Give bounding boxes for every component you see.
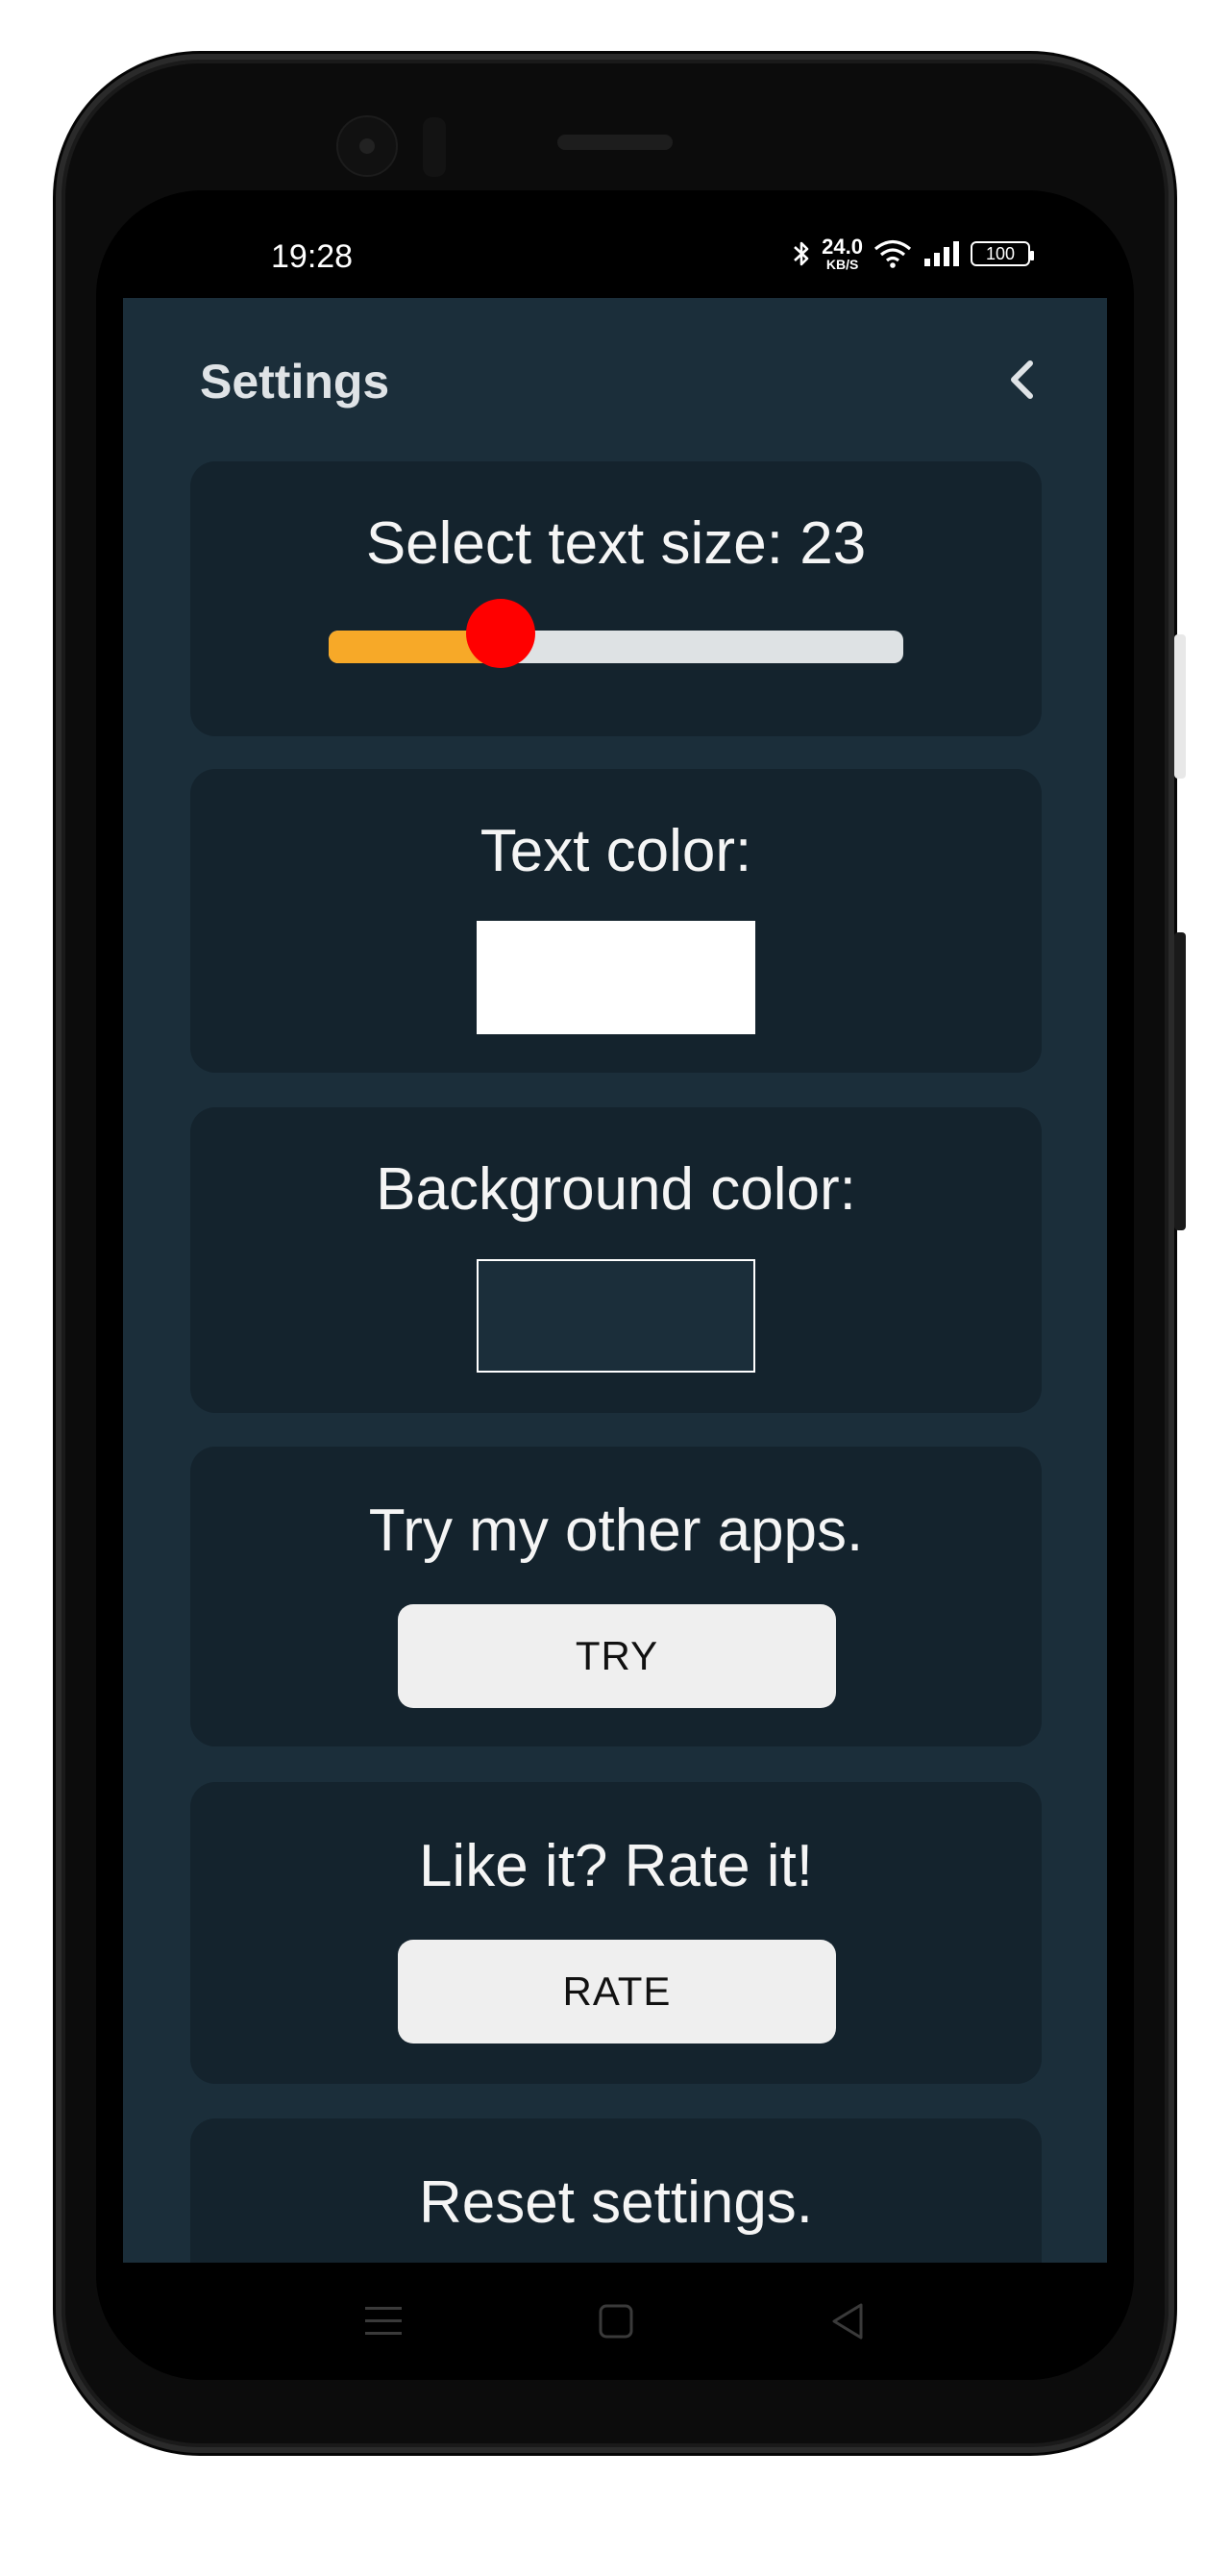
text-color-card: Text color: <box>190 769 1042 1073</box>
battery-icon: 100 <box>971 241 1034 266</box>
network-speed-unit: KB/S <box>825 257 859 272</box>
phone-side-button-top <box>1174 634 1186 779</box>
text-size-label: Select text size: 23 <box>365 510 867 577</box>
status-bar: 19:28 24.0 KB/S 100 <box>96 190 1134 298</box>
other-apps-card: Try my other apps. TRY <box>190 1447 1042 1746</box>
phone-side-button-power <box>1174 932 1186 1230</box>
phone-screen: 19:28 24.0 KB/S 100 Settings Select text… <box>96 190 1134 2380</box>
earpiece-speaker <box>557 135 673 150</box>
signal-icon <box>924 241 959 266</box>
front-camera <box>336 115 398 177</box>
background-color-card: Background color: <box>190 1107 1042 1413</box>
status-time: 19:28 <box>271 238 354 275</box>
network-speed-value: 24.0 <box>822 235 863 259</box>
wifi-icon <box>873 239 912 268</box>
slider-thumb[interactable] <box>466 599 536 668</box>
reset-label: Reset settings. <box>418 2169 814 2236</box>
chevron-left-icon[interactable] <box>999 356 1047 404</box>
bluetooth-icon <box>794 241 809 266</box>
text-size-card: Select text size: 23 <box>190 461 1042 736</box>
home-icon[interactable] <box>594 2299 638 2343</box>
other-apps-label: Try my other apps. <box>368 1498 864 1564</box>
rate-button[interactable]: RATE <box>398 1940 836 2043</box>
rate-label: Like it? Rate it! <box>418 1833 814 1899</box>
back-triangle-icon[interactable] <box>826 2299 871 2343</box>
top-app-bar: Settings <box>123 298 1107 461</box>
rate-card: Like it? Rate it! RATE <box>190 1782 1042 2084</box>
text-size-slider[interactable] <box>329 599 903 668</box>
navigation-bar <box>96 2263 1134 2380</box>
slider-track[interactable] <box>329 631 903 663</box>
proximity-sensor <box>423 117 446 177</box>
menu-icon[interactable] <box>361 2299 406 2343</box>
background-color-label: Background color: <box>376 1156 856 1223</box>
reset-card: Reset settings. <box>190 2118 1042 2263</box>
text-color-label: Text color: <box>480 818 752 884</box>
settings-screen: Settings Select text size: 23 Text color… <box>123 298 1107 2263</box>
network-speed: 24.0 KB/S <box>822 235 863 272</box>
try-button[interactable]: TRY <box>398 1604 836 1708</box>
page-title: Settings <box>200 355 390 409</box>
status-icons: 24.0 KB/S 100 <box>791 235 1034 272</box>
text-color-swatch[interactable] <box>477 921 755 1034</box>
background-color-swatch[interactable] <box>477 1259 755 1373</box>
